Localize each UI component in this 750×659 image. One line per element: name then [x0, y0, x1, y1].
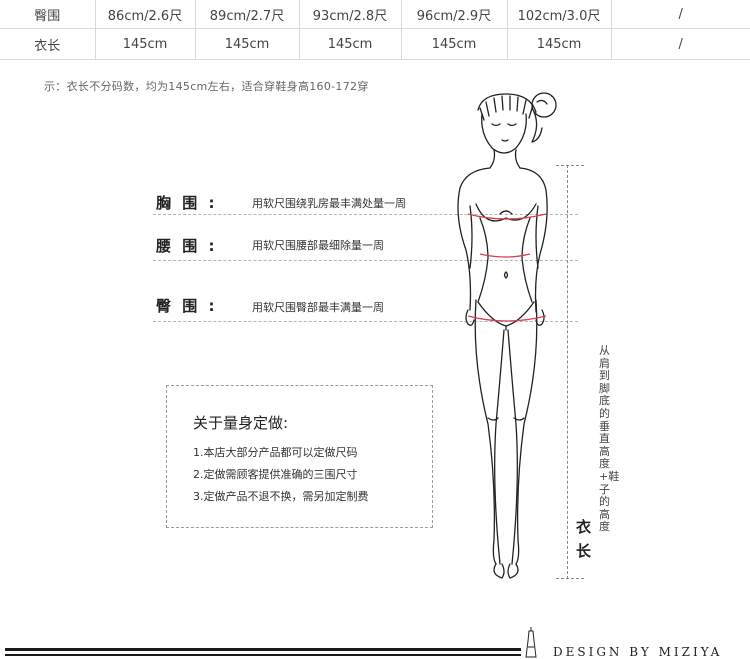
footer-line	[5, 654, 521, 656]
table-cell: 93cm/2.8尺	[299, 0, 402, 29]
custom-order-box: 关于量身定做: 1.本店大部分产品都可以定做尺码 2.定做需顾客提供准确的三围尺…	[166, 385, 433, 528]
table-cell: 145cm	[195, 28, 300, 60]
hip-measure-line	[467, 315, 547, 322]
table-cell: 96cm/2.9尺	[401, 0, 508, 29]
custom-order-item: 1.本店大部分产品都可以定做尺码	[193, 446, 358, 459]
table-row: 衣长 145cm 145cm 145cm 145cm 145cm /	[0, 28, 750, 60]
length-description: 从肩到脚底的垂直高度+鞋子的高度	[599, 344, 620, 534]
table-cell: 86cm/2.6尺	[95, 0, 196, 29]
hip-label: 臀 围 :	[156, 297, 218, 315]
length-measure-line	[567, 165, 568, 579]
size-table: 臀围 86cm/2.6尺 89cm/2.7尺 93cm/2.8尺 96cm/2.…	[0, 0, 750, 60]
table-cell: 89cm/2.7尺	[195, 0, 300, 29]
table-cell: /	[611, 0, 750, 29]
tower-icon	[525, 627, 537, 658]
table-cell: 145cm	[299, 28, 402, 60]
table-cell: 102cm/3.0尺	[507, 0, 612, 29]
length-bottom-tick	[556, 578, 584, 579]
custom-order-title: 关于量身定做:	[193, 414, 289, 432]
table-cell: 145cm	[507, 28, 612, 60]
length-top-tick	[556, 165, 584, 166]
waist-label: 腰 围 :	[156, 237, 218, 255]
table-cell: /	[611, 28, 750, 60]
table-cell: 145cm	[95, 28, 196, 60]
bust-description: 用软尺围绕乳房最丰满处量一周	[252, 197, 406, 210]
waist-description: 用软尺围腰部最细除量一周	[252, 239, 384, 252]
row-label: 臀围	[0, 0, 96, 29]
custom-order-item: 3.定做产品不退不换，需另加定制费	[193, 490, 369, 503]
hip-description: 用软尺围臀部最丰满量一周	[252, 301, 384, 314]
size-note: 示：衣长不分码数，均为145cm左右，适合穿鞋身高160-172穿	[44, 80, 369, 93]
row-label: 衣长	[0, 28, 96, 60]
footer-line	[5, 648, 521, 651]
length-label: 衣长	[576, 518, 592, 560]
bust-label: 胸 围 :	[156, 194, 218, 212]
table-cell: 145cm	[401, 28, 508, 60]
footer-brand: DESIGN BY MIZIYA	[553, 645, 723, 659]
custom-order-item: 2.定做需顾客提供准确的三围尺寸	[193, 468, 358, 481]
table-row: 臀围 86cm/2.6尺 89cm/2.7尺 93cm/2.8尺 96cm/2.…	[0, 0, 750, 29]
